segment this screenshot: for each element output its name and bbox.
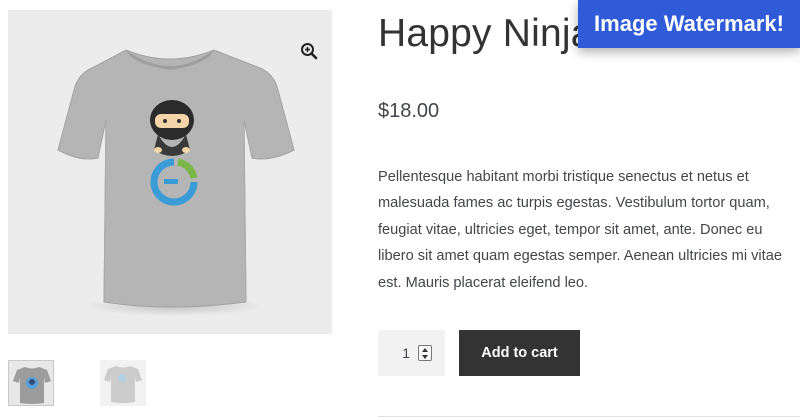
product-price: $18.00 [378, 100, 440, 122]
product-description: Pellentesque habitant morbi tristique se… [378, 169, 782, 291]
product-main-image[interactable] [8, 10, 332, 334]
chevron-down-icon[interactable] [422, 354, 428, 359]
quantity-stepper[interactable]: 1 [378, 330, 445, 376]
thumbnail-back-image [104, 366, 142, 403]
tshirt-image [57, 49, 295, 316]
thumbnail-front[interactable] [8, 360, 54, 406]
magnifier-plus-icon [301, 43, 318, 60]
thumbnail-front-image [13, 367, 51, 404]
add-to-cart-button[interactable]: Add to cart [459, 330, 580, 376]
quantity-spinner[interactable] [418, 345, 432, 361]
chevron-up-icon[interactable] [422, 347, 428, 352]
quantity-input[interactable]: 1 [378, 345, 416, 361]
ninja-graphic [150, 100, 194, 156]
divider [378, 416, 800, 417]
image-watermark-badge: Image Watermark! [578, 0, 800, 48]
thumbnail-back[interactable] [100, 360, 146, 406]
product-title: Happy Ninja [378, 12, 593, 55]
zoom-button[interactable] [296, 38, 322, 64]
